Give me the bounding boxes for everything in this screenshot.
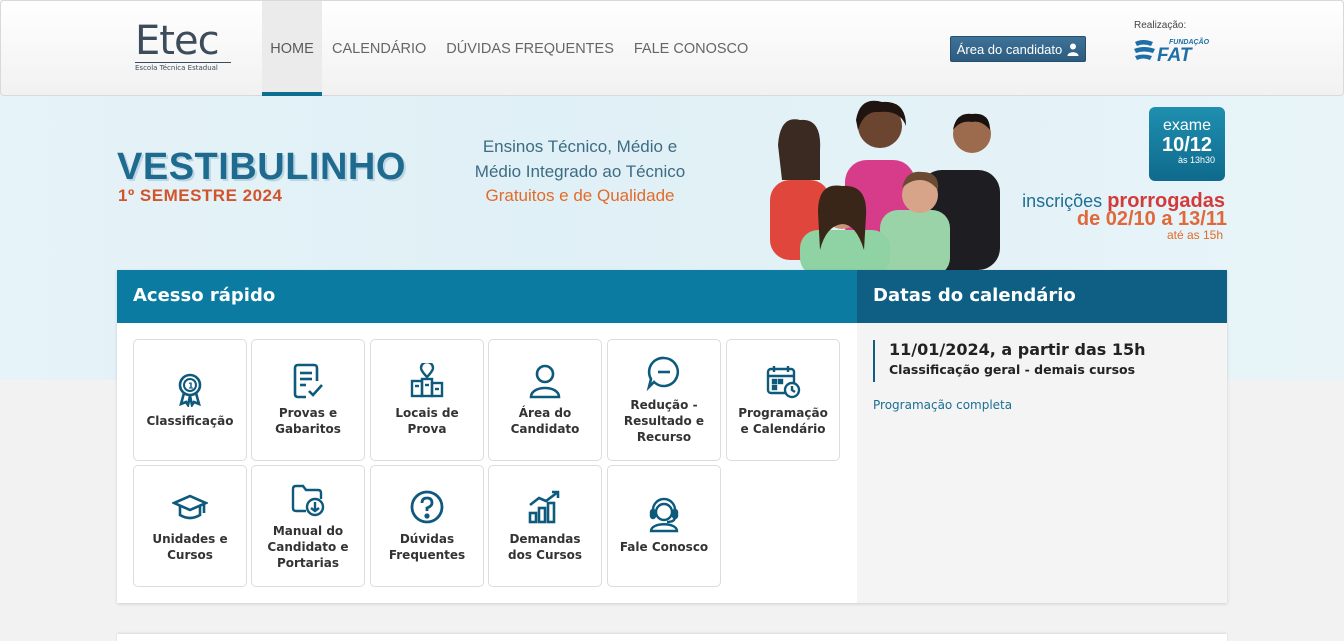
acesso-rapido-title: Acesso rápido (117, 270, 857, 323)
etec-logo[interactable]: Etec Escola Técnica Estadual (135, 21, 235, 72)
logo-subtitle: Escola Técnica Estadual (135, 62, 231, 72)
calendar-description: Classificação geral - demais cursos (889, 362, 1136, 377)
calendar-clock-icon (766, 366, 801, 399)
tile-label: Área do Candidato (510, 406, 580, 436)
question-icon (410, 490, 444, 524)
calendar-entry: 11/01/2024, a partir das 15h Classificaç… (873, 340, 1146, 382)
realizacao-label: Realização: (1134, 20, 1187, 31)
tile-area-candidato[interactable]: Área do Candidato (488, 339, 602, 461)
user-icon (1067, 43, 1079, 56)
calendar-date: 11/01/2024, a partir das 15h (889, 340, 1146, 359)
tile-manual-candidato[interactable]: Manual do Candidato e Portarias (251, 465, 365, 587)
tile-label: Unidades e Cursos (152, 532, 228, 562)
nav-fale-conosco[interactable]: FALE CONOSCO (624, 1, 758, 96)
award-icon: 1 (178, 373, 202, 407)
exam-date: 10/12 (1161, 134, 1213, 156)
site-header: Etec Escola Técnica Estadual HOME CALEND… (0, 0, 1344, 96)
tile-label: Demandas dos Cursos (508, 532, 582, 562)
banner-line-2: Médio Integrado ao Técnico (474, 162, 686, 181)
graduation-cap-icon (172, 494, 208, 520)
students-photo (770, 100, 1000, 276)
nav-duvidas[interactable]: DÚVIDAS FREQUENTES (436, 1, 624, 96)
map-building-icon (410, 363, 444, 398)
candidate-area-label: Área do candidato (956, 41, 1063, 57)
tile-label: Redução - Resultado e Recurso (623, 398, 705, 444)
exam-word: exame (1162, 117, 1212, 134)
document-check-icon (293, 363, 323, 399)
tile-provas-gabaritos[interactable]: Provas e Gabaritos (251, 339, 365, 461)
candidate-area-button[interactable]: Área do candidato (950, 36, 1086, 62)
svg-text:1: 1 (188, 382, 194, 391)
banner-semester: 1º SEMESTRE 2024 (118, 186, 283, 205)
programacao-completa-link[interactable]: Programação completa (873, 398, 1012, 412)
tile-demandas-cursos[interactable]: Demandas dos Cursos (488, 465, 602, 587)
nav-home[interactable]: HOME (262, 1, 322, 96)
logo-main-text: Etec (135, 18, 220, 64)
exam-date-badge: exame 10/12 às 13h30 (1149, 107, 1225, 181)
tile-label: Provas e Gabaritos (275, 406, 341, 436)
main-nav: HOME CALENDÁRIO DÚVIDAS FREQUENTES FALE … (262, 1, 758, 96)
chat-minus-icon (646, 356, 680, 391)
banner-title: VESTIBULINHO (117, 146, 406, 188)
tile-classificacao[interactable]: 1 Classificação (133, 339, 247, 461)
banner-line-3: Gratuitos e de Qualidade (485, 186, 675, 205)
inscricoes-time: até as 15h (1166, 228, 1223, 242)
chart-growth-icon (528, 490, 560, 524)
banner-line-1: Ensinos Técnico, Médio e (482, 137, 678, 156)
user-icon (529, 364, 561, 399)
tile-programacao-calendario[interactable]: Programação e Calendário (726, 339, 840, 461)
tile-fale-conosco[interactable]: Fale Conosco (607, 465, 721, 587)
tile-label: Programação e Calendário (738, 406, 828, 436)
fat-big-text: FAT (1157, 45, 1193, 64)
headset-icon (649, 497, 679, 533)
nav-calendario[interactable]: CALENDÁRIO (322, 1, 436, 96)
tile-label: Locais de Prova (395, 406, 459, 436)
calendar-panel: 11/01/2024, a partir das 15h Classificaç… (857, 323, 1227, 603)
tile-label: Fale Conosco (619, 540, 709, 554)
tile-reducao[interactable]: Redução - Resultado e Recurso (607, 339, 721, 461)
tile-duvidas-frequentes[interactable]: Dúvidas Frequentes (370, 465, 484, 587)
exam-time: às 13h30 (1177, 155, 1215, 165)
tile-label: Classificação (146, 414, 234, 428)
next-section-card (117, 634, 1227, 641)
tile-locais-prova[interactable]: Locais de Prova (370, 339, 484, 461)
datas-calendario-title: Datas do calendário (857, 270, 1227, 323)
fat-logo[interactable]: FUNDAÇÃO FAT (1133, 36, 1217, 64)
main-panel: Acesso rápido Datas do calendário 1 Clas… (117, 270, 1227, 603)
folder-download-icon (291, 484, 325, 517)
tile-label: Manual do Candidato e Portarias (267, 524, 349, 570)
tile-label: Dúvidas Frequentes (388, 532, 466, 562)
tile-unidades-cursos[interactable]: Unidades e Cursos (133, 465, 247, 587)
